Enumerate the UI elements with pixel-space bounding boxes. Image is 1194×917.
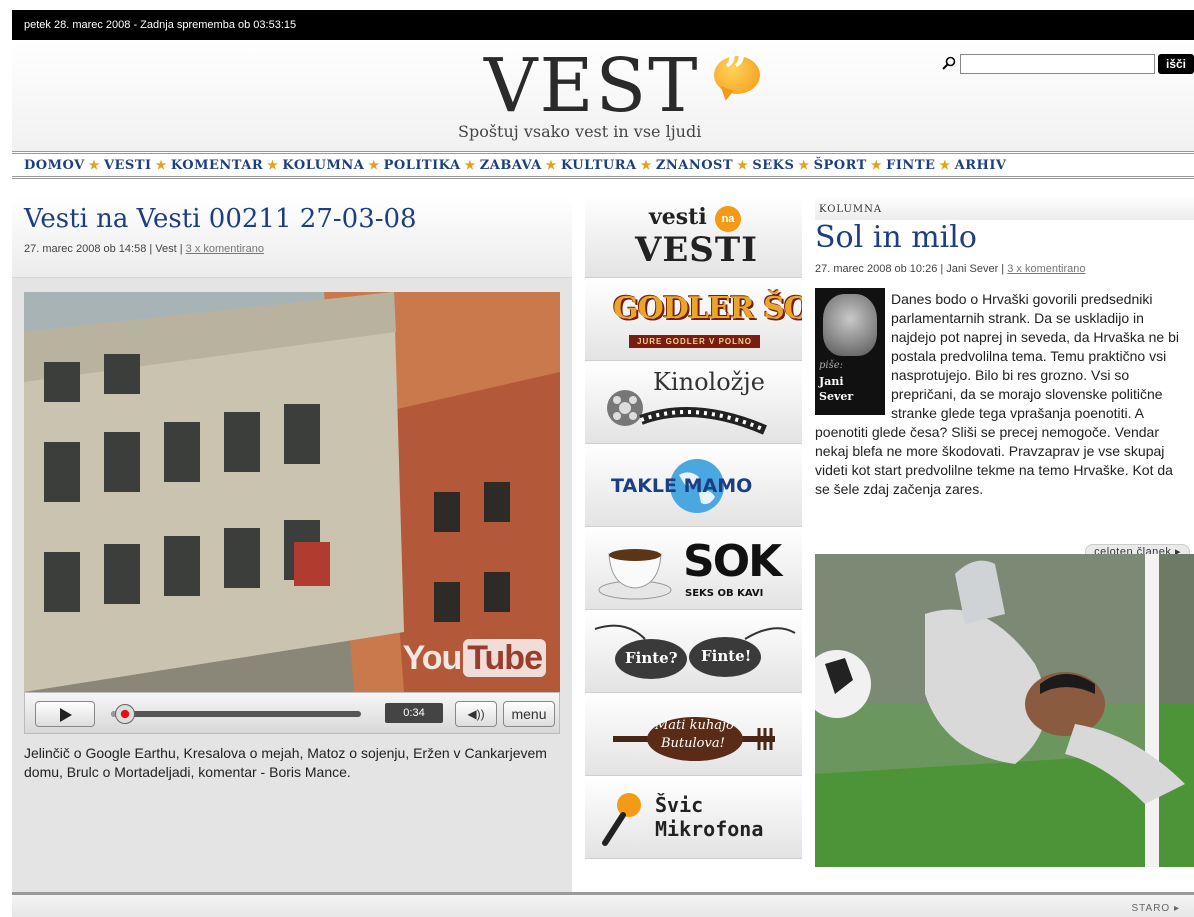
video-article-header: Vesti na Vesti 00211 27-03-08 27. marec …: [12, 196, 572, 278]
column-body: Danes bodo o Hrvaški govorili predsednik…: [815, 291, 1179, 497]
seek-handle[interactable]: [115, 704, 135, 724]
column-article-meta: 27. marec 2008 ob 10:26 | Jani Sever | 3…: [815, 263, 1086, 275]
banner-finte[interactable]: Finte? Finte!: [585, 611, 802, 693]
video-article-meta: 27. marec 2008 ob 14:58 | Vest | 3 x kom…: [24, 243, 264, 255]
banner-mati-kuhajo[interactable]: Mati kuhajo Butulova!: [585, 694, 802, 776]
nav-item-finte[interactable]: FINTE: [886, 158, 935, 173]
date-line: petek 28. marec 2008 - Zadnja sprememba …: [24, 19, 297, 31]
coffee-cup-icon: [598, 549, 672, 600]
search-button[interactable]: išči: [1158, 54, 1194, 74]
nav-item-domov[interactable]: DOMOV: [24, 158, 85, 173]
nav-item-politika[interactable]: POLITIKA: [384, 158, 461, 173]
video-article: Vesti na Vesti 00211 27-03-08 27. marec …: [12, 196, 572, 893]
page: petek 28. marec 2008 - Zadnja sprememba …: [0, 0, 1194, 917]
banner-takle-mamo[interactable]: TAKLE MAMO: [585, 445, 802, 527]
nav-item-znanost[interactable]: ZNANOST: [656, 158, 733, 173]
video-time: 0:34: [385, 703, 443, 723]
nav-item-arhiv[interactable]: ARHIV: [955, 158, 1007, 173]
header: VEST ” Spoštuj vsako vest in vse ljudi i…: [12, 40, 1194, 152]
volume-button[interactable]: ◀)): [455, 701, 497, 727]
nav-item-vesti[interactable]: VESTI: [104, 158, 152, 173]
nav-item-kolumna[interactable]: KOLUMNA: [282, 158, 364, 173]
video-article-title[interactable]: Vesti na Vesti 00211 27-03-08: [24, 204, 417, 234]
nav-star-icon: ★: [368, 158, 380, 172]
top-bar: petek 28. marec 2008 - Zadnja sprememba …: [12, 10, 1194, 40]
speech-bubbles-icon: [594, 624, 796, 679]
banner-sok[interactable]: SOK SEKS OB KAVI: [585, 528, 802, 610]
nav-star-icon: ★: [870, 158, 883, 172]
video-still-image: [24, 292, 560, 692]
column-article-title[interactable]: Sol in milo: [815, 220, 977, 255]
column-article: KOLUMNA Sol in milo 27. marec 2008 ob 10…: [815, 196, 1194, 876]
seek-bar[interactable]: [111, 711, 361, 717]
nav-item-seks[interactable]: SEKS: [752, 158, 794, 173]
nav-star-icon: ★: [155, 158, 167, 172]
logo-text: VEST: [484, 43, 700, 129]
nav-item-komentar[interactable]: KOMENTAR: [171, 158, 263, 173]
banner-godler-sov[interactable]: GODLER ŠOV JURE GODLER V POLNO: [585, 279, 802, 361]
nav-star-icon: ★: [545, 158, 557, 172]
video-menu-button[interactable]: menu: [503, 701, 555, 727]
nav-star-icon: ★: [640, 158, 652, 172]
microphone-icon: [602, 793, 641, 846]
nav-star-icon: ★: [88, 158, 100, 172]
speaker-icon: ◀)): [467, 707, 485, 721]
quote-bubble-icon: ”: [714, 48, 760, 95]
play-button[interactable]: [35, 701, 95, 727]
tagline: Spoštuj vsako vest in vse ljudi: [458, 122, 702, 141]
nav-star-icon: ★: [267, 158, 279, 172]
nav-item-šport[interactable]: ŠPORT: [814, 158, 867, 173]
nav-star-icon: ★: [464, 158, 476, 172]
nav-star-icon: ★: [798, 158, 810, 172]
older-link[interactable]: STARO ▸: [1131, 903, 1180, 914]
video-description: Jelinčič o Google Earthu, Kresalova o me…: [24, 745, 547, 780]
nav-item-kultura[interactable]: KULTURA: [561, 158, 637, 173]
section-label[interactable]: KOLUMNA: [815, 196, 1194, 220]
nav-star-icon: ★: [939, 158, 951, 172]
youtube-watermark: You Tube: [403, 639, 546, 678]
nav-star-icon: ★: [737, 158, 749, 172]
footer: STARO ▸: [12, 892, 1194, 917]
na-badge-icon: na: [715, 206, 741, 232]
vest-logo[interactable]: VEST ”: [484, 46, 774, 126]
video-controls: 0:34 ◀)) menu: [24, 692, 560, 734]
main-nav: DOMOV ★ VESTI ★ KOMENTAR ★ KOLUMNA ★ POLITIKA ★ ZA…: [12, 151, 1194, 179]
banner-kinolozje[interactable]: Kinoložje: [585, 362, 802, 444]
video-frame[interactable]: You Tube: [24, 292, 560, 692]
search-icon: [942, 56, 956, 70]
banner-vesti-na-vesti[interactable]: vesti na VESTI: [585, 196, 802, 278]
section-banners: vesti na VESTI GODLER ŠOV JURE GODLER V …: [585, 196, 802, 860]
nav-item-zabava[interactable]: ZABAVA: [480, 158, 542, 173]
search-input[interactable]: [960, 54, 1155, 74]
column-comments-link[interactable]: 3 x komentirano: [1007, 263, 1085, 275]
goalkeeper-photo[interactable]: [815, 554, 1194, 867]
banner-svic-mikrofona[interactable]: Švic Mikrofona: [585, 777, 802, 859]
video-comments-link[interactable]: 3 x komentirano: [186, 243, 264, 255]
